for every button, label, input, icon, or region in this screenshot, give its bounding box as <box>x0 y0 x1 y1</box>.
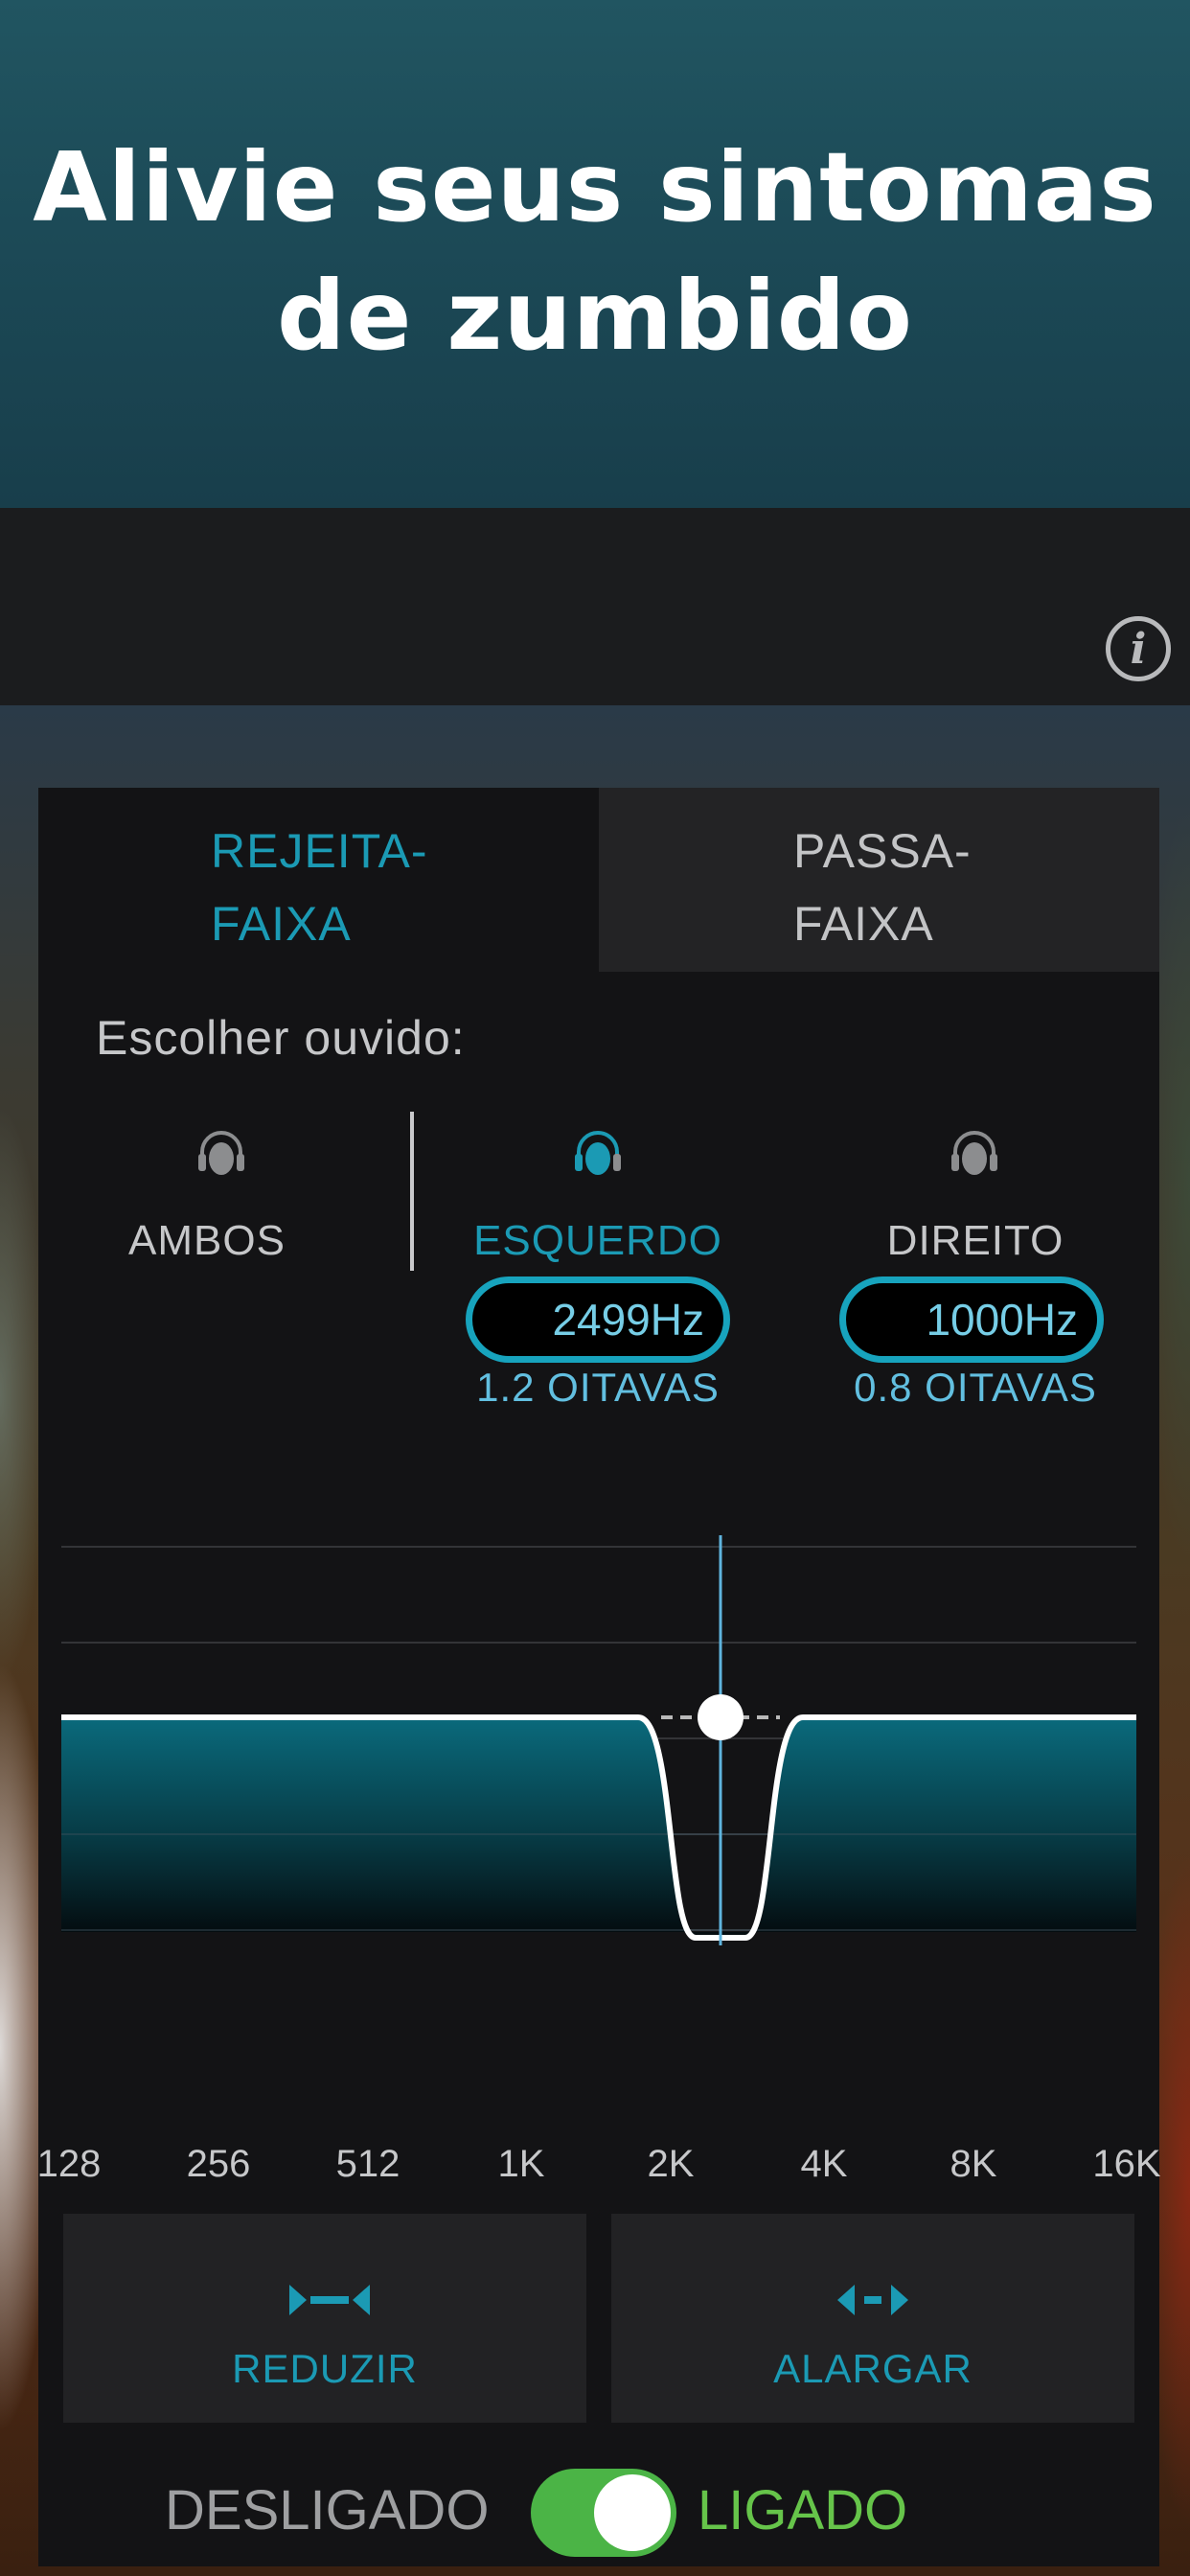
x-tick-8k: 8K <box>950 2143 997 2185</box>
tab-notch-line-1: REJEITA- <box>211 824 428 878</box>
left-octaves-label: 1.2 OITAVAS <box>476 1365 720 1410</box>
filter-panel: REJEITA- FAIXA PASSA- FAIXA Escolher ouv… <box>36 788 1161 2566</box>
x-tick-256: 256 <box>186 2143 251 2185</box>
top-bar: i <box>0 508 1190 705</box>
x-tick-512: 512 <box>335 2143 400 2185</box>
headphones-icon <box>575 1131 621 1175</box>
power-switch[interactable] <box>531 2469 676 2557</box>
ear-divider <box>410 1112 414 1271</box>
widen-arrows-icon <box>837 2285 908 2315</box>
headphones-icon <box>198 1131 244 1175</box>
power-toggle-row: DESLIGADO LIGADO <box>38 2455 1159 2561</box>
ear-option-both-label: AMBOS <box>128 1217 286 1264</box>
x-tick-1k: 1K <box>497 2143 545 2185</box>
widen-label: ALARGAR <box>773 2346 973 2391</box>
headline-line-2: de zumbido <box>277 260 913 372</box>
left-frequency-field[interactable]: 2499Hz <box>466 1276 730 1363</box>
headphones-icon <box>951 1131 997 1175</box>
promo-banner: Alivie seus sintomas de zumbido <box>0 0 1190 508</box>
reduce-label: REDUZIR <box>232 2346 418 2391</box>
widen-button[interactable]: ALARGAR <box>611 2214 1134 2423</box>
right-octaves-label: 0.8 OITAVAS <box>854 1365 1097 1410</box>
headline-line-1: Alivie seus sintomas <box>33 131 1157 243</box>
info-icon[interactable]: i <box>1106 616 1171 681</box>
choose-ear-label: Escolher ouvido: <box>96 1011 466 1065</box>
frequency-handle[interactable] <box>698 1694 744 1740</box>
x-tick-16k: 16K <box>1092 2143 1161 2185</box>
tab-notch-line-2: FAIXA <box>211 897 352 951</box>
on-label[interactable]: LIGADO <box>698 2478 907 2542</box>
promo-headline: Alivie seus sintomas de zumbido <box>33 124 1157 380</box>
right-frequency-value: 1000Hz <box>926 1295 1078 1345</box>
left-frequency-value: 2499Hz <box>552 1295 704 1345</box>
reduce-button[interactable]: REDUZIR <box>63 2214 586 2423</box>
right-frequency-field[interactable]: 1000Hz <box>839 1276 1104 1363</box>
narrow-arrows-icon <box>289 2285 370 2315</box>
switch-knob <box>594 2474 671 2551</box>
x-tick-128: 128 <box>36 2143 102 2185</box>
filter-fill <box>61 1717 1136 1938</box>
tab-bandpass-line-1: PASSA- <box>793 824 972 878</box>
tab-notch[interactable]: REJEITA- FAIXA <box>38 788 599 972</box>
off-label[interactable]: DESLIGADO <box>165 2478 489 2542</box>
ear-option-right-label: DIREITO <box>886 1217 1064 1264</box>
tab-bandpass-line-2: FAIXA <box>793 897 934 951</box>
ear-option-left-label: ESQUERDO <box>473 1217 722 1264</box>
tab-bandpass[interactable]: PASSA- FAIXA <box>599 788 1159 972</box>
filter-response-graph[interactable] <box>61 1526 1136 1947</box>
x-tick-4k: 4K <box>800 2143 848 2185</box>
x-tick-2k: 2K <box>647 2143 695 2185</box>
